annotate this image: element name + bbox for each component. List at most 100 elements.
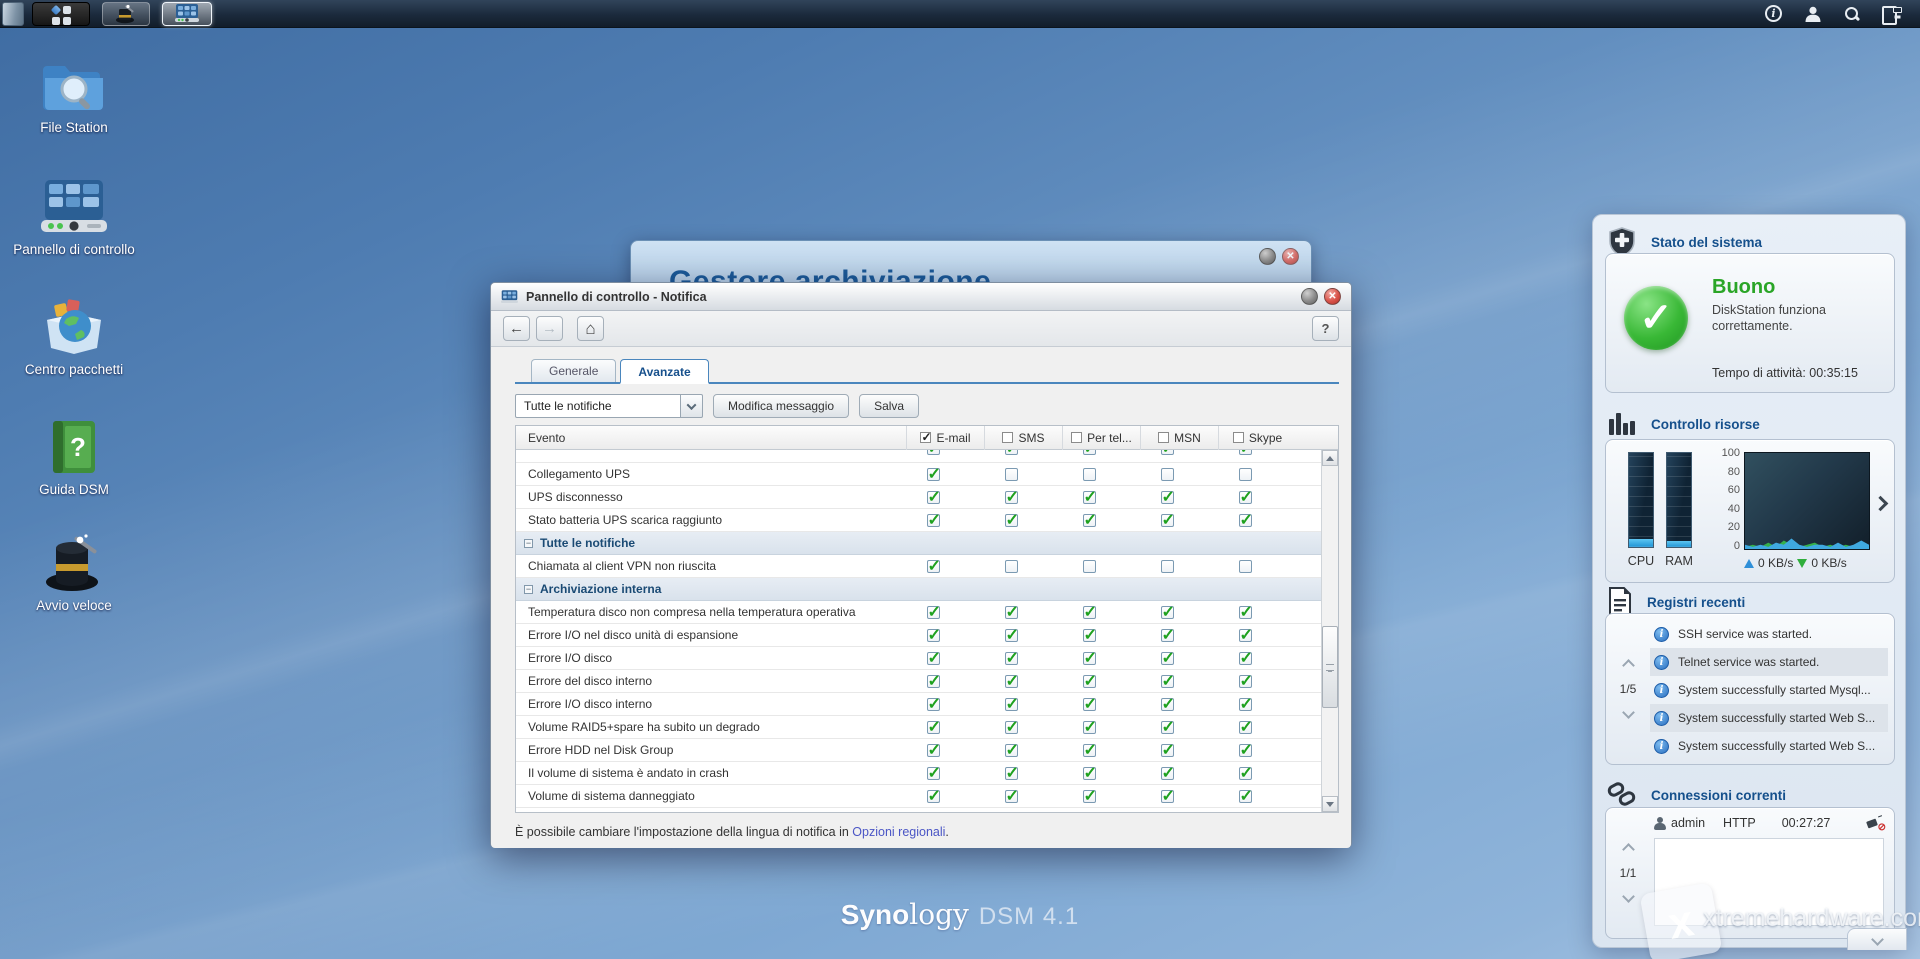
notification-checkbox[interactable] [1005,767,1018,780]
notification-checkbox[interactable] [1005,652,1018,665]
column-header-skype[interactable]: Skype [1218,426,1296,450]
collapse-icon[interactable]: − [524,585,533,594]
notification-checkbox[interactable] [1239,468,1252,481]
pager-down-icon[interactable] [1622,706,1635,719]
regional-options-link[interactable]: Opzioni regionali [852,825,945,839]
notification-checkbox[interactable] [1239,514,1252,527]
notification-checkbox[interactable] [1083,744,1096,757]
scroll-up-button[interactable] [1322,450,1338,466]
notification-checkbox[interactable] [1083,675,1096,688]
table-row[interactable]: Errore del disco interno [516,670,1322,693]
table-row[interactable]: Errore HDD nel Disk Group [516,739,1322,762]
notification-checkbox[interactable] [1083,514,1096,527]
notification-checkbox[interactable] [1083,790,1096,803]
notification-checkbox[interactable] [1083,450,1096,455]
log-item[interactable]: iSystem successfully started Web S... [1650,704,1888,732]
notification-checkbox[interactable] [1239,629,1252,642]
minimize-button[interactable] [1301,288,1318,305]
taskbar-app-quick-launch[interactable] [102,2,150,26]
notification-checkbox[interactable] [1161,721,1174,734]
notification-checkbox[interactable] [927,629,940,642]
notification-checkbox[interactable] [1239,744,1252,757]
back-button[interactable]: ← [503,316,530,341]
notification-checkbox[interactable] [1239,450,1252,455]
notification-filter-select[interactable]: Tutte le notifiche [515,394,703,418]
table-row[interactable]: UPS disconnesso [516,486,1322,509]
notification-checkbox[interactable] [1161,790,1174,803]
edit-message-button[interactable]: Modifica messaggio [713,394,849,418]
resource-monitor-card[interactable]: CPU RAM 100806040200 0 KB/s 0 KB/s [1605,439,1895,583]
notification-checkbox[interactable] [927,491,940,504]
window-titlebar[interactable]: Pannello di controllo - Notifica ✕ [491,283,1351,311]
table-row[interactable]: Il volume di sistema è andato in crash [516,762,1322,785]
notification-checkbox[interactable] [1239,790,1252,803]
table-row[interactable]: Errore I/O nel disco unità di espansione [516,624,1322,647]
notification-checkbox[interactable] [927,767,940,780]
notification-checkbox[interactable] [927,675,940,688]
notification-checkbox[interactable] [1239,560,1252,573]
chevron-right-icon[interactable] [1873,496,1889,512]
table-scrollbar[interactable] [1321,450,1338,812]
desktop-icon-package-center[interactable]: Centro pacchetti [10,296,138,379]
sidebar-collapse-tab[interactable] [1847,928,1907,950]
info-icon[interactable]: i [1765,5,1782,22]
desktop-icon-file-station[interactable]: File Station [10,56,138,137]
tab-generale[interactable]: Generale [531,359,616,382]
notification-checkbox[interactable] [1005,721,1018,734]
notification-checkbox[interactable] [1083,606,1096,619]
close-button[interactable]: ✕ [1282,248,1299,265]
notification-checkbox[interactable] [1161,450,1174,455]
notification-checkbox[interactable] [1239,698,1252,711]
notification-checkbox[interactable] [1005,790,1018,803]
table-row[interactable]: Collegamento UPS [516,463,1322,486]
notification-checkbox[interactable] [1005,606,1018,619]
disconnect-icon[interactable] [1866,816,1884,830]
log-item[interactable]: iSystem successfully started Mysql... [1650,676,1888,704]
notification-checkbox[interactable] [1161,560,1174,573]
notification-checkbox[interactable] [1005,744,1018,757]
log-item[interactable]: iSSH service was started. [1650,620,1888,648]
desktop-icon-quick-start[interactable]: Avvio veloce [10,534,138,615]
taskbar-app-control-panel[interactable] [162,2,212,26]
notification-checkbox[interactable] [1083,652,1096,665]
pager-up-icon[interactable] [1622,843,1635,856]
notification-checkbox[interactable] [1239,652,1252,665]
notification-checkbox[interactable] [1083,629,1096,642]
notification-checkbox[interactable] [1161,514,1174,527]
notification-checkbox[interactable] [927,744,940,757]
pager-up-icon[interactable] [1622,659,1635,672]
notification-checkbox[interactable] [927,560,940,573]
table-group-row[interactable]: −Tutte le notifiche [516,532,1322,555]
tab-avanzate[interactable]: Avanzate [620,359,708,384]
column-header-msn[interactable]: MSN [1140,426,1218,450]
notification-checkbox[interactable] [1083,767,1096,780]
pilot-view-icon[interactable] [1882,6,1902,21]
header-checkbox[interactable] [1233,432,1244,443]
column-header-sms[interactable]: SMS [984,426,1062,450]
pager-down-icon[interactable] [1622,890,1635,903]
user-icon[interactable] [1804,5,1822,23]
scrollbar-thumb[interactable] [1322,626,1338,708]
notification-checkbox[interactable] [1161,675,1174,688]
notification-checkbox[interactable] [1239,721,1252,734]
collapse-icon[interactable]: − [524,539,533,548]
filter-dropdown-button[interactable] [681,394,703,418]
notification-checkbox[interactable] [927,698,940,711]
help-button[interactable]: ? [1312,316,1339,341]
table-row[interactable]: Errore I/O disco interno [516,693,1322,716]
notification-checkbox[interactable] [927,721,940,734]
notification-checkbox[interactable] [1005,450,1018,455]
scroll-down-button[interactable] [1322,796,1338,812]
notification-checkbox[interactable] [1005,675,1018,688]
table-row[interactable]: Volume RAID5+spare ha subito un degrado [516,716,1322,739]
log-item[interactable]: iTelnet service was started. [1650,648,1888,676]
notification-checkbox[interactable] [927,468,940,481]
notification-checkbox[interactable] [1083,491,1096,504]
notification-checkbox[interactable] [927,790,940,803]
column-header-evento[interactable]: Evento [516,431,906,445]
log-item[interactable]: iSystem successfully started Web S... [1650,732,1888,760]
table-row[interactable]: Temperatura disco non compresa nella tem… [516,601,1322,624]
notification-checkbox[interactable] [1161,629,1174,642]
notification-checkbox[interactable] [1239,767,1252,780]
table-row[interactable]: Chiamata al client VPN non riuscita [516,555,1322,578]
